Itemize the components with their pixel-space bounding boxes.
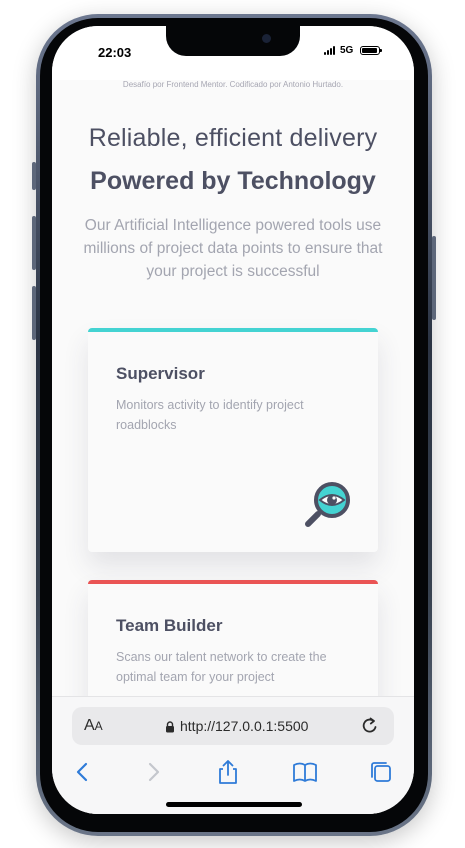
heading-bold: Powered by Technology: [90, 167, 376, 195]
attribution-text: Desafío por Frontend Mentor. Codificado …: [122, 80, 344, 89]
magnifier-eye-icon: [305, 482, 350, 527]
status-time: 22:03: [98, 45, 132, 60]
home-indicator[interactable]: [166, 802, 302, 807]
share-icon[interactable]: [215, 759, 241, 785]
heading-light: Reliable, efficient delivery: [88, 124, 378, 152]
side-button-power: [432, 236, 436, 320]
intro-paragraph: Our Artificial Intelligence powered tool…: [83, 217, 383, 280]
reload-icon[interactable]: [360, 716, 380, 736]
side-button-volume-up: [32, 216, 36, 270]
feature-card-supervisor: Supervisor Monitors activity to identify…: [88, 328, 378, 552]
text-size-button[interactable]: AA: [84, 717, 103, 735]
signal-icon: [324, 46, 335, 55]
side-button-silent: [32, 162, 36, 190]
forward-icon[interactable]: [140, 759, 166, 785]
bookmarks-icon[interactable]: [292, 759, 318, 785]
browser-toolbar: AA http://127.0.0.1:5500: [52, 696, 414, 814]
back-icon[interactable]: [70, 759, 96, 785]
network-type: 5G: [340, 45, 354, 56]
address-bar[interactable]: AA http://127.0.0.1:5500: [72, 707, 394, 745]
battery-icon: [360, 46, 382, 55]
front-camera: [262, 34, 271, 43]
camera-notch: [166, 26, 300, 56]
side-button-volume-down: [32, 286, 36, 340]
lock-icon: [166, 721, 174, 733]
card-description: Scans our talent network to create the o…: [116, 650, 327, 684]
tabs-icon[interactable]: [368, 759, 394, 785]
phone-screen: Desafío por Frontend Mentor. Codificado …: [52, 26, 414, 814]
status-bar: 22:03 5G: [52, 26, 414, 80]
card-title: Supervisor: [116, 364, 205, 383]
card-title: Team Builder: [116, 616, 223, 635]
url-text[interactable]: http://127.0.0.1:5500: [180, 718, 308, 734]
card-description: Monitors activity to identify project ro…: [116, 398, 304, 432]
